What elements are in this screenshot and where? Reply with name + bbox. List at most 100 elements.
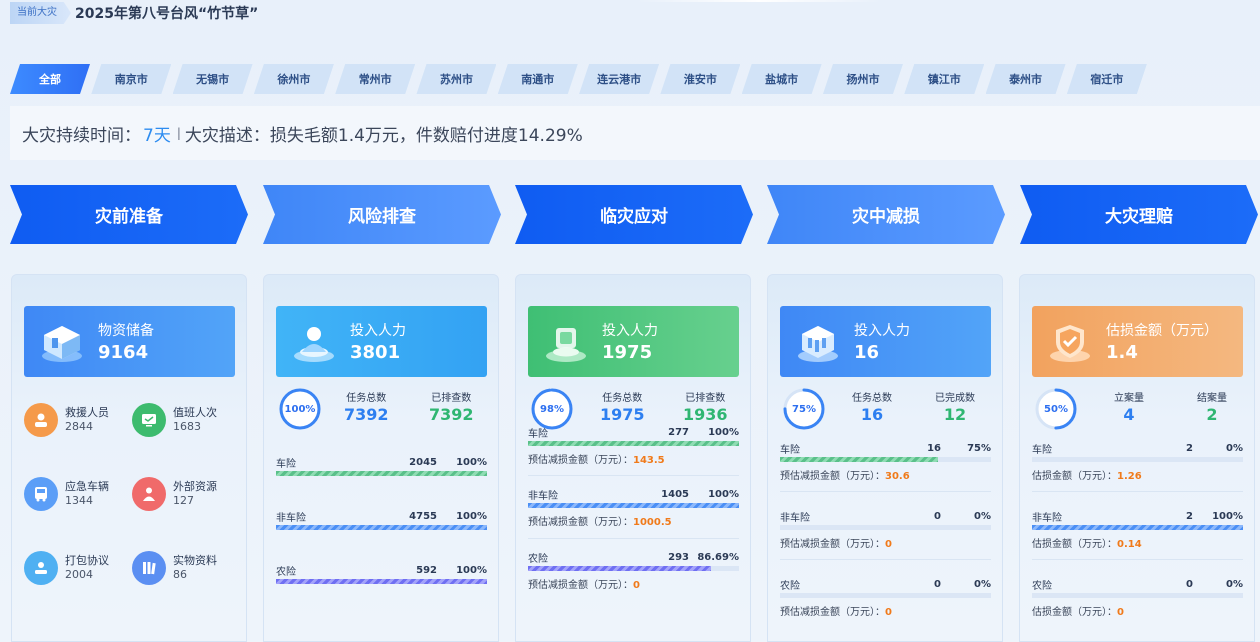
resource-label: 应急车辆: [65, 480, 109, 493]
bar-percent: 75%: [967, 442, 991, 454]
stage-risk-check[interactable]: 风险排查: [263, 185, 501, 244]
estimate-label: 预估减损金额（万元）：: [528, 580, 633, 591]
bar-percent: 100%: [708, 488, 739, 500]
bar-name: 非车险: [780, 512, 810, 524]
tab-nanjing[interactable]: 南京市: [91, 64, 171, 94]
tab-xuzhou[interactable]: 徐州市: [254, 64, 334, 94]
bar-row-nonauto: 非车险 0 0% 预估减损金额（万元）：0: [780, 509, 991, 550]
stat-label: 已排查数: [685, 393, 726, 404]
stat-value: 12: [943, 405, 967, 424]
warehouse-icon: [34, 314, 90, 370]
tab-all[interactable]: 全部: [10, 64, 90, 94]
stage-pre-disaster[interactable]: 灾前准备: [10, 185, 248, 244]
bar-row-agri: 农险 293 86.69% 预估减损金额（万元）：0: [528, 550, 739, 591]
hero-staff: 投入人力 3801: [276, 306, 487, 377]
tab-zhenjiang[interactable]: 镇江市: [904, 64, 984, 94]
divider: [528, 475, 739, 476]
shield-check-icon: [1042, 314, 1098, 370]
hero-value: 9164: [98, 342, 149, 363]
progress-fill: [528, 503, 739, 508]
staff-icon: [286, 314, 342, 370]
bar-percent: 0%: [974, 578, 991, 590]
hero-staff: 投入人力 16: [780, 306, 991, 377]
stat-value: 1936: [683, 405, 728, 424]
stat-value: 1975: [600, 405, 645, 424]
stat-closed: 结案量 2: [1197, 389, 1227, 424]
tab-huaian[interactable]: 淮安市: [660, 64, 740, 94]
stat-label: 任务总数: [852, 393, 892, 404]
bar-count: 2045: [409, 456, 437, 468]
resource-vehicles[interactable]: 应急车辆 1344: [24, 477, 109, 511]
divider: [780, 559, 991, 560]
stage-mitigation[interactable]: 灾中减损: [767, 185, 1005, 244]
progress-track: [276, 525, 487, 530]
stat-label: 已排查数: [431, 393, 472, 404]
card-risk-check: 投入人力 3801 100% 任务总数 7392 已排查数 7392 车险 204…: [263, 274, 499, 642]
estimate-value: 143.5: [633, 455, 665, 466]
resource-value: 127: [173, 494, 194, 507]
resource-duty[interactable]: 值班人次 1683: [132, 403, 217, 437]
progress-fill: [1032, 525, 1243, 530]
hero-label: 投入人力: [602, 323, 658, 339]
bar-count: 592: [416, 564, 437, 576]
progress-track: [1032, 525, 1243, 530]
stat-value: 7392: [344, 405, 389, 424]
bar-name: 农险: [528, 553, 548, 565]
hero-supplies: 物资储备 9164: [24, 306, 235, 377]
bar-row-auto: 车险 2 0% 估损金额（万元）：1.26: [1032, 441, 1243, 482]
resource-materials[interactable]: 实物资料 86: [132, 551, 217, 585]
stage-claims[interactable]: 大灾理赔: [1020, 185, 1258, 244]
bar-row-agri: 农险 592 100%: [276, 563, 487, 584]
stat-done: 已排查数 7392: [429, 389, 474, 424]
resource-label: 外部资源: [173, 480, 217, 493]
progress-track: [276, 579, 487, 584]
estimate-value: 0: [633, 580, 640, 591]
divider: [1032, 559, 1243, 560]
bar-count: 0: [1186, 578, 1193, 590]
hero-label: 投入人力: [854, 323, 910, 339]
tab-lianyungang[interactable]: 连云港市: [579, 64, 659, 94]
resource-rescuers[interactable]: 救援人员 2844: [24, 403, 109, 437]
resource-external[interactable]: 外部资源 127: [132, 477, 217, 511]
progress-track: [780, 525, 991, 530]
tab-yangzhou[interactable]: 扬州市: [823, 64, 903, 94]
stage-imminent-response[interactable]: 临灾应对: [515, 185, 753, 244]
progress-track: [1032, 457, 1243, 462]
bus-icon: [24, 477, 58, 511]
bar-row-auto: 车险 2045 100%: [276, 455, 487, 476]
hero-value: 1975: [602, 342, 653, 363]
progress-ring-text: 50%: [1044, 403, 1068, 415]
bar-count: 2: [1186, 510, 1193, 522]
tab-changzhou[interactable]: 常州市: [335, 64, 415, 94]
bar-percent: 100%: [1212, 510, 1243, 522]
tab-yancheng[interactable]: 盐城市: [742, 64, 822, 94]
bar-name: 车险: [780, 444, 800, 456]
bar-count: 293: [668, 551, 689, 563]
agreement-icon: [24, 551, 58, 585]
estimate-value: 1.26: [1117, 471, 1142, 482]
estimate-line: 预估减损金额（万元）：143.5: [528, 451, 739, 466]
card-imminent-response: 投入人力 1975 98% 任务总数 1975 已排查数 1936 车险 277 1…: [515, 274, 751, 642]
estimate-line: 预估减损金额（万元）：0: [780, 603, 991, 618]
stat-done: 已排查数 1936: [683, 389, 728, 424]
tab-wuxi[interactable]: 无锡市: [173, 64, 253, 94]
stat-label: 已完成数: [935, 393, 975, 404]
progress-fill: [528, 566, 711, 571]
progress-fill: [276, 471, 487, 476]
estimate-label: 估损金额（万元）：: [1032, 607, 1117, 618]
tab-suzhou[interactable]: 苏州市: [416, 64, 496, 94]
tab-taizhou[interactable]: 泰州市: [986, 64, 1066, 94]
estimate-line: 估损金额（万元）：0: [1032, 603, 1243, 618]
hero-value: 16: [854, 342, 880, 363]
stat-label: 结案量: [1197, 393, 1227, 404]
card-claims: 估损金额（万元） 1.4 50% 立案量 4 结案量 2 车险 2 0% 估损金额（…: [1019, 274, 1255, 642]
progress-ring-text: 100%: [284, 403, 316, 415]
resource-agreements[interactable]: 打包协议 2004: [24, 551, 109, 585]
tab-suqian[interactable]: 宿迁市: [1067, 64, 1147, 94]
progress-ring-text: 75%: [792, 403, 816, 415]
bar-percent: 100%: [456, 510, 487, 522]
bar-name: 非车险: [1032, 512, 1062, 524]
resource-label: 值班人次: [173, 406, 217, 419]
bar-percent: 100%: [708, 426, 739, 438]
tab-nantong[interactable]: 南通市: [498, 64, 578, 94]
